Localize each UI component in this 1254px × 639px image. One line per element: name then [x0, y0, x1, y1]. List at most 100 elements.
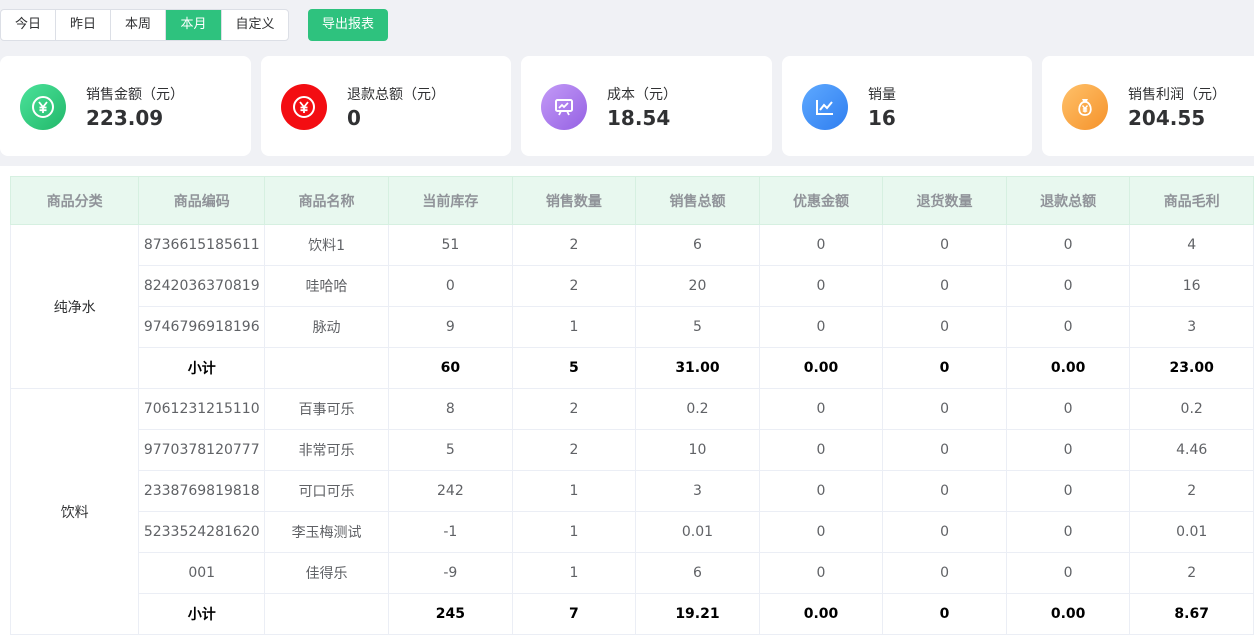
table-cell: 8 [388, 388, 513, 430]
table-cell: 0 [758, 388, 884, 430]
subtotal-cell [264, 593, 390, 635]
category-cell: 饮料 [9, 388, 140, 635]
table-cell: 0.01 [635, 511, 760, 553]
table-cell: 0 [1005, 224, 1131, 266]
table-cell: 0 [1005, 511, 1131, 553]
card-label: 销售利润（元） [1128, 87, 1226, 103]
column-header[interactable]: 商品编码 [138, 176, 266, 225]
table-row: 饮料 7061231215110 百事可乐 8 2 0.2 0 0 0 0.2 [9, 388, 1254, 635]
subtotal-cell: 0.00 [1005, 347, 1131, 389]
table-cell: 5 [635, 306, 760, 348]
table-row: 9746796918196 脉动 9 1 5 0 0 0 3 [11, 306, 1254, 348]
table-cell: 0.2 [1129, 388, 1254, 430]
table-cell: 0 [882, 552, 1007, 594]
column-header[interactable]: 销售总额 [635, 176, 760, 225]
table-cell: 20 [635, 265, 760, 307]
column-header[interactable]: 商品毛利 [1129, 176, 1254, 225]
table-cell: 饮料1 [264, 224, 390, 266]
column-header[interactable]: 优惠金额 [758, 176, 884, 225]
column-header[interactable]: 商品分类 [9, 176, 140, 225]
table-cell: 2 [511, 429, 637, 471]
card-sales-profit: 销售利润（元） 204.55 [1042, 56, 1254, 156]
card-label: 销量 [868, 87, 896, 103]
table-cell: -9 [388, 552, 513, 594]
subtotal-cell: 23.00 [1129, 347, 1254, 389]
subtotal-cell: 7 [511, 593, 637, 635]
table-cell: -1 [388, 511, 513, 553]
table-cell: 4 [1129, 224, 1254, 266]
export-report-button[interactable]: 导出报表 [308, 9, 388, 41]
subtotal-cell: 0 [882, 347, 1007, 389]
card-sales-amount: 销售金额（元） 223.09 [0, 56, 251, 156]
table-cell: 2338769819818 [138, 470, 266, 512]
table-cell: 8736615185611 [138, 224, 266, 266]
yen-icon [20, 84, 66, 130]
subtotal-cell: 0.00 [758, 347, 884, 389]
table-cell: 0 [882, 306, 1007, 348]
range-month-button[interactable]: 本月 [166, 10, 222, 40]
subtotal-cell: 8.67 [1129, 593, 1254, 635]
table-cell: 李玉梅测试 [264, 511, 390, 553]
date-range-group: 今日 昨日 本周 本月 自定义 [0, 9, 289, 41]
range-yesterday-button[interactable]: 昨日 [56, 10, 111, 40]
table-cell: 3 [1129, 306, 1254, 348]
table-cell: 0 [882, 511, 1007, 553]
table-cell: 0 [1005, 470, 1131, 512]
presentation-chart-icon [541, 84, 587, 130]
table-cell: 2 [511, 388, 637, 430]
table-row: 5233524281620 李玉梅测试 -1 1 0.01 0 0 0 0.01 [11, 511, 1254, 553]
card-value: 0 [347, 106, 361, 130]
table-cell: 6 [635, 552, 760, 594]
table-cell: 5 [388, 429, 513, 471]
table-cell: 0 [758, 470, 884, 512]
subtotal-label: 小计 [138, 347, 266, 389]
table-cell: 脉动 [264, 306, 390, 348]
column-header[interactable]: 退款总额 [1005, 176, 1131, 225]
table-cell: 3 [635, 470, 760, 512]
column-header[interactable]: 商品名称 [264, 176, 390, 225]
subtotal-cell: 0.00 [758, 593, 884, 635]
card-sales-volume: 销量 16 [782, 56, 1032, 156]
table-cell: 非常可乐 [264, 429, 390, 471]
subtotal-cell [264, 347, 390, 389]
table-cell: 0 [882, 224, 1007, 266]
table-cell: 242 [388, 470, 513, 512]
table-row: 纯净水 8736615185611 饮料1 51 2 6 0 0 0 4 [9, 224, 1254, 389]
table-cell: 2 [1129, 470, 1254, 512]
table-cell: 51 [388, 224, 513, 266]
card-label: 销售金额（元） [86, 87, 184, 103]
table-cell: 2 [511, 265, 637, 307]
column-header[interactable]: 销售数量 [511, 176, 637, 225]
table-cell: 2 [1129, 552, 1254, 594]
range-custom-button[interactable]: 自定义 [222, 10, 288, 40]
table-cell: 0 [882, 265, 1007, 307]
table-cell: 哇哈哈 [264, 265, 390, 307]
subtotal-label: 小计 [138, 593, 266, 635]
card-label: 退款总额（元） [347, 87, 445, 103]
range-week-button[interactable]: 本周 [111, 10, 166, 40]
range-today-button[interactable]: 今日 [1, 10, 56, 40]
table-cell: 可口可乐 [264, 470, 390, 512]
table-cell: 2 [511, 224, 637, 266]
table-cell: 6 [635, 224, 760, 266]
table-cell: 9 [388, 306, 513, 348]
subtotal-cell: 5 [511, 347, 637, 389]
card-value: 223.09 [86, 106, 164, 130]
table-cell: 001 [138, 552, 266, 594]
table-cell: 百事可乐 [264, 388, 390, 430]
table-cell: 9746796918196 [138, 306, 266, 348]
table-cell: 0 [758, 511, 884, 553]
table-cell: 0 [882, 470, 1007, 512]
table-cell: 0 [1005, 552, 1131, 594]
table-cell: 16 [1129, 265, 1254, 307]
report-table: 商品分类 商品编码 商品名称 当前库存 销售数量 销售总额 优惠金额 退货数量 … [9, 176, 1254, 635]
table-cell: 0 [758, 429, 884, 471]
table-cell: 1 [511, 511, 637, 553]
line-chart-icon [802, 84, 848, 130]
column-header[interactable]: 当前库存 [388, 176, 513, 225]
table-row: 2338769819818 可口可乐 242 1 3 0 0 0 2 [11, 470, 1254, 512]
table-cell: 0.2 [635, 388, 760, 430]
column-header[interactable]: 退货数量 [882, 176, 1007, 225]
table-cell: 0 [758, 306, 884, 348]
subtotal-cell: 60 [388, 347, 513, 389]
